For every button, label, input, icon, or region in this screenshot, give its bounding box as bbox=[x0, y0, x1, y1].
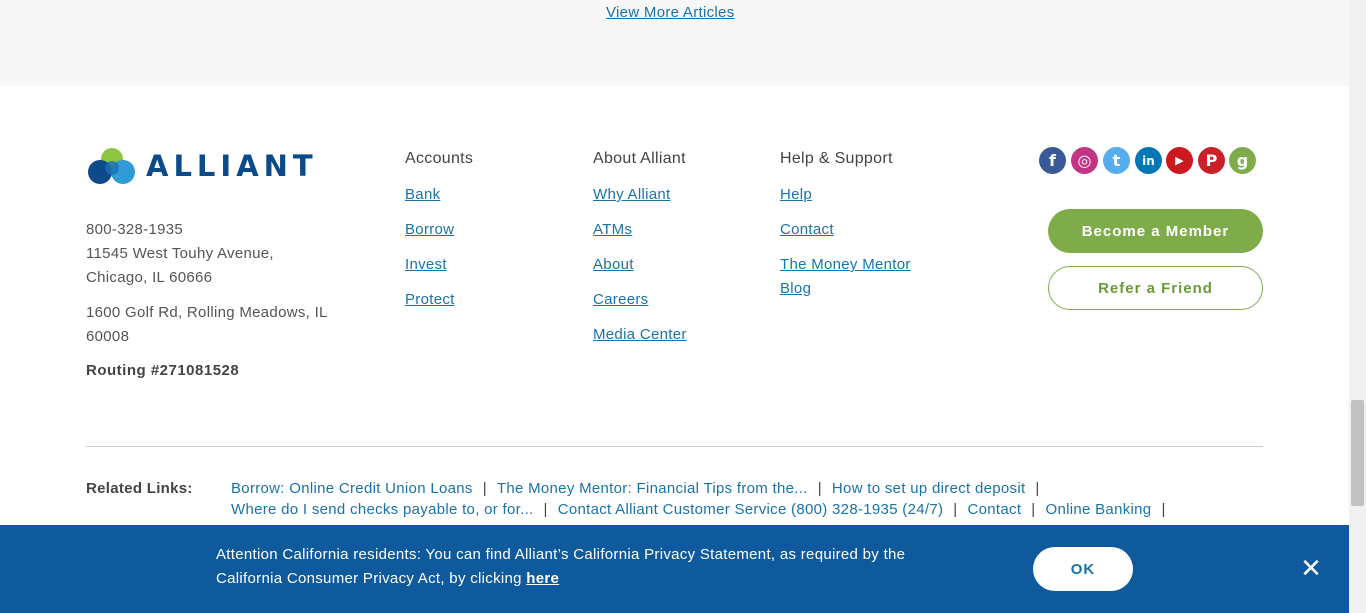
related-link-send-checks[interactable]: Where do I send checks payable to, or fo… bbox=[231, 501, 534, 518]
footer-divider bbox=[86, 446, 1263, 447]
invest-link[interactable]: Invest bbox=[405, 253, 473, 277]
contact-link[interactable]: Contact bbox=[780, 218, 911, 242]
help-heading: Help & Support bbox=[780, 150, 893, 167]
related-link-contact[interactable]: Contact bbox=[968, 501, 1022, 518]
privacy-banner: Attention California residents: You can … bbox=[0, 525, 1349, 613]
routing-number: Routing #271081528 bbox=[86, 362, 240, 379]
separator: | bbox=[543, 501, 548, 518]
help-column: Help & Support Help Contact The Money Me… bbox=[780, 148, 911, 301]
separator: | bbox=[1161, 501, 1166, 518]
twitter-glyph: t bbox=[1112, 151, 1121, 170]
careers-link[interactable]: Careers bbox=[593, 288, 687, 312]
youtube-glyph: ▶ bbox=[1175, 154, 1184, 167]
separator: | bbox=[1031, 501, 1036, 518]
address-1-line-2: Chicago, IL 60666 bbox=[86, 269, 213, 286]
related-link-customer-service[interactable]: Contact Alliant Customer Service (800) 3… bbox=[558, 501, 944, 518]
address-1-line-1: 11545 West Touhy Avenue, bbox=[86, 245, 274, 262]
separator: | bbox=[953, 501, 958, 518]
linkedin-icon[interactable]: in bbox=[1135, 147, 1162, 174]
money-mentor-link[interactable]: The Money Mentor bbox=[780, 253, 911, 277]
phone-number: 800-328-1935 bbox=[86, 221, 184, 238]
refer-friend-button[interactable]: Refer a Friend bbox=[1048, 266, 1263, 310]
related-links-label: Related Links: bbox=[86, 480, 193, 497]
accounts-column: Accounts Bank Borrow Invest Protect bbox=[405, 148, 473, 312]
atms-link[interactable]: ATMs bbox=[593, 218, 687, 242]
youtube-icon[interactable]: ▶ bbox=[1166, 147, 1193, 174]
separator: | bbox=[482, 480, 487, 497]
ok-button[interactable]: OK bbox=[1033, 547, 1133, 591]
glassdoor-glyph: g bbox=[1236, 151, 1249, 170]
separator: | bbox=[1035, 480, 1040, 497]
separator: | bbox=[817, 480, 822, 497]
logo-wordmark: ALLIANT bbox=[146, 149, 318, 183]
instagram-icon[interactable]: ◎ bbox=[1071, 147, 1098, 174]
privacy-statement-link[interactable]: here bbox=[526, 570, 559, 587]
blog-link[interactable]: Blog bbox=[780, 277, 911, 301]
pinterest-icon[interactable]: P bbox=[1198, 147, 1225, 174]
alliant-logo[interactable]: ALLIANT bbox=[86, 146, 336, 188]
about-link[interactable]: About bbox=[593, 253, 687, 277]
borrow-link[interactable]: Borrow bbox=[405, 218, 473, 242]
scrollbar-track[interactable] bbox=[1349, 0, 1366, 613]
related-link-borrow[interactable]: Borrow: Online Credit Union Loans bbox=[231, 480, 473, 497]
related-links-row-1: Borrow: Online Credit Union Loans | The Mo… bbox=[231, 480, 1050, 497]
about-heading: About Alliant bbox=[593, 150, 686, 167]
why-alliant-link[interactable]: Why Alliant bbox=[593, 183, 687, 207]
become-member-button[interactable]: Become a Member bbox=[1048, 209, 1263, 253]
address-2-line-1: 1600 Golf Rd, Rolling Meadows, IL bbox=[86, 304, 328, 321]
protect-link[interactable]: Protect bbox=[405, 288, 473, 312]
privacy-text-line-2: California Consumer Privacy Act, by clic… bbox=[216, 570, 527, 587]
media-center-link[interactable]: Media Center bbox=[593, 323, 687, 347]
related-link-money-mentor[interactable]: The Money Mentor: Financial Tips from th… bbox=[497, 480, 808, 497]
facebook-icon[interactable]: f bbox=[1039, 147, 1066, 174]
facebook-glyph: f bbox=[1049, 151, 1056, 170]
scrollbar-thumb[interactable] bbox=[1351, 400, 1364, 506]
privacy-text-line-1: Attention California residents: You can … bbox=[216, 546, 906, 563]
accounts-heading: Accounts bbox=[405, 150, 474, 167]
related-link-online-banking[interactable]: Online Banking bbox=[1046, 501, 1152, 518]
twitter-icon[interactable]: t bbox=[1103, 147, 1130, 174]
view-more-articles-link[interactable]: View More Articles bbox=[606, 4, 735, 21]
articles-section: View More Articles bbox=[0, 0, 1349, 86]
linkedin-glyph: in bbox=[1142, 153, 1155, 168]
privacy-banner-text: Attention California residents: You can … bbox=[216, 543, 1006, 591]
about-column: About Alliant Why Alliant ATMs About Car… bbox=[593, 148, 687, 347]
help-link[interactable]: Help bbox=[780, 183, 911, 207]
related-link-direct-deposit[interactable]: How to set up direct deposit bbox=[832, 480, 1026, 497]
close-icon[interactable]: ✕ bbox=[1298, 556, 1324, 582]
logo-mark-icon bbox=[88, 148, 135, 184]
glassdoor-icon[interactable]: g bbox=[1229, 147, 1256, 174]
bank-link[interactable]: Bank bbox=[405, 183, 473, 207]
pinterest-glyph: P bbox=[1205, 151, 1218, 170]
address-2-line-2: 60008 bbox=[86, 328, 130, 345]
instagram-glyph: ◎ bbox=[1077, 151, 1092, 170]
related-links-row-2: Where do I send checks payable to, or fo… bbox=[231, 501, 1176, 518]
